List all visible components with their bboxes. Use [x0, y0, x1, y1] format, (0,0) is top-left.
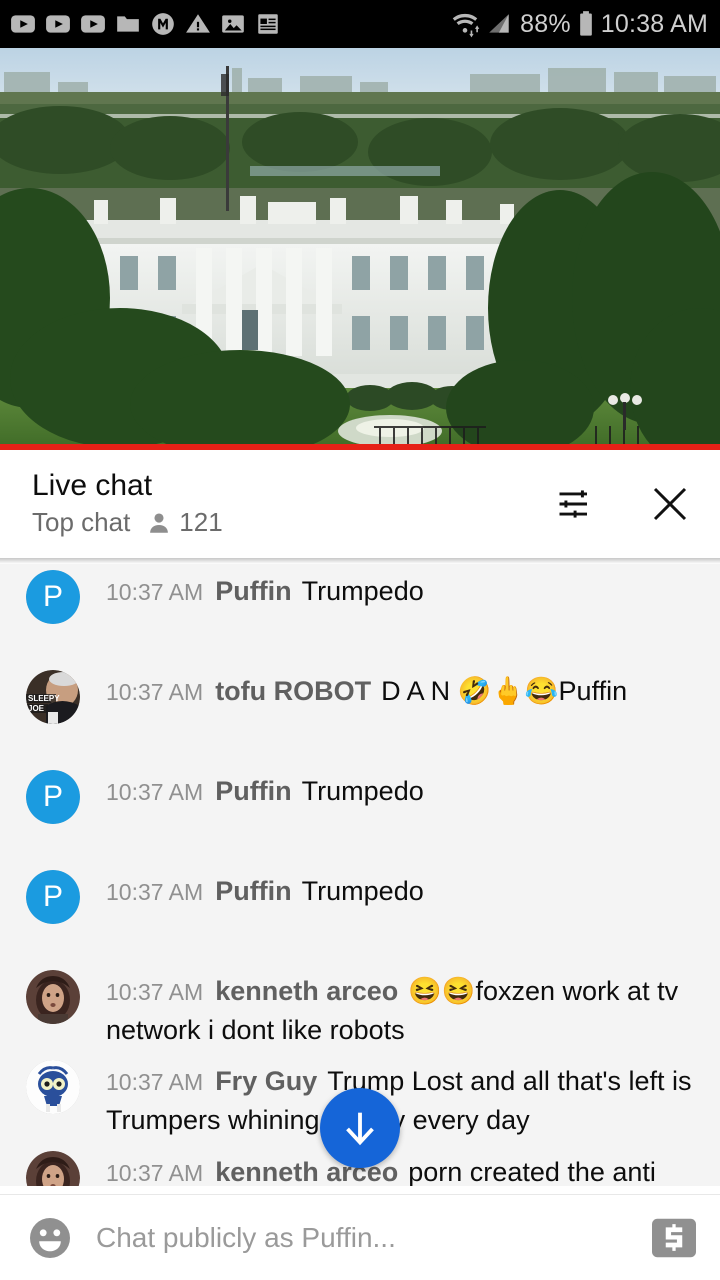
- avatar[interactable]: [26, 970, 80, 1024]
- chat-message-body: 10:37 AM Puffin Trumpedo: [106, 870, 706, 911]
- wifi-transfer-icon: [452, 13, 480, 38]
- video-player[interactable]: [0, 48, 720, 450]
- chat-message-body: 10:37 AM kenneth arceo porn created the an…: [106, 1151, 706, 1186]
- message-text: Trumpedo: [301, 776, 424, 806]
- chat-message-input[interactable]: [96, 1221, 628, 1254]
- status-bar-notification-icons: [10, 11, 281, 37]
- message-author[interactable]: kenneth arceo: [215, 976, 398, 1006]
- chat-message-row[interactable]: P 10:37 AM Puffin Trumpedo: [0, 870, 720, 924]
- message-timestamp: 10:37 AM: [106, 679, 204, 705]
- arrow-down-icon: [346, 1112, 374, 1146]
- avatar-photo-woman: [26, 1150, 80, 1186]
- chat-settings-button[interactable]: [554, 482, 598, 526]
- avatar-photo-sleepy-joe: SLEEPY JOE: [26, 670, 80, 724]
- message-author[interactable]: tofu ROBOT: [215, 676, 371, 706]
- viewer-count-label: 121: [179, 507, 223, 538]
- chat-header-actions: [554, 480, 694, 528]
- battery-percent-label: 88%: [520, 9, 571, 38]
- viewer-count-group: 121: [146, 507, 223, 538]
- avatar[interactable]: P: [26, 570, 80, 624]
- message-timestamp: 10:37 AM: [106, 1159, 204, 1186]
- chat-message-body: 10:37 AM Fry Guy Trump Lost and all that's…: [106, 1060, 706, 1140]
- folder-icon: [117, 16, 139, 32]
- avatar[interactable]: SLEEPY JOE: [26, 670, 80, 724]
- chat-mode-label[interactable]: Top chat: [32, 507, 130, 538]
- chat-message-row[interactable]: SLEEPY JOE 10:37 AM tofu ROBOT D A N 🤣🖕😂Pu…: [0, 670, 720, 724]
- phone-screen: 88% 10:38 AM Live chat Top chat 121 P 10…: [0, 0, 720, 1280]
- super-chat-button[interactable]: [650, 1216, 698, 1260]
- message-timestamp: 10:37 AM: [106, 1069, 204, 1096]
- person-icon: [150, 513, 169, 533]
- m-circle-icon: [152, 13, 174, 35]
- chat-message-body: 10:37 AM kenneth arceo 😆😆foxzen work at tv…: [106, 970, 706, 1050]
- close-x-icon: [653, 487, 687, 521]
- scroll-to-bottom-button[interactable]: [320, 1088, 400, 1168]
- chat-message-row[interactable]: P 10:37 AM Puffin Trumpedo: [0, 570, 720, 624]
- live-chat-title: Live chat: [32, 468, 153, 502]
- chat-input-bar: [0, 1194, 720, 1280]
- message-author[interactable]: Puffin: [215, 876, 291, 906]
- cell-signal-icon: [489, 14, 509, 33]
- emoji-picker-button[interactable]: [26, 1214, 74, 1262]
- avatar-photo-blue-character: [26, 1060, 80, 1115]
- avatar-photo-woman: [26, 970, 80, 1024]
- avatar[interactable]: P: [26, 870, 80, 924]
- live-chat-header: Live chat Top chat 121: [0, 450, 720, 558]
- chat-header-subrow: Top chat 121: [32, 507, 223, 538]
- image-icon: [222, 15, 244, 33]
- status-bar: 88% 10:38 AM: [0, 0, 720, 48]
- message-timestamp: 10:37 AM: [106, 779, 204, 805]
- avatar-letter: P: [26, 570, 80, 624]
- battery-icon: [579, 11, 592, 36]
- avatar-letter: P: [26, 870, 80, 924]
- message-timestamp: 10:37 AM: [106, 879, 204, 905]
- avatar[interactable]: [26, 1150, 80, 1186]
- message-text: Trumpedo: [301, 876, 424, 906]
- status-bar-system-icons: 88% 10:38 AM: [450, 10, 708, 39]
- dollar-superchat-icon: [652, 1218, 696, 1257]
- chat-message-row[interactable]: P 10:37 AM Puffin Trumpedo: [0, 770, 720, 824]
- svg-text:SLEEPY: SLEEPY: [28, 694, 60, 703]
- white-house-video-frame: [0, 48, 720, 450]
- message-text: D A N 🤣🖕😂Puffin: [381, 676, 628, 706]
- chat-message-body: 10:37 AM tofu ROBOT D A N 🤣🖕😂Puffin: [106, 670, 706, 711]
- svg-text:JOE: JOE: [28, 704, 45, 713]
- youtube-play-icon: [81, 15, 105, 33]
- message-timestamp: 10:37 AM: [106, 579, 204, 605]
- chat-message-body: 10:37 AM Puffin Trumpedo: [106, 770, 706, 811]
- avatar[interactable]: P: [26, 770, 80, 824]
- chat-header-titles: Live chat Top chat 121: [32, 470, 223, 539]
- warning-triangle-icon: [186, 14, 210, 33]
- avatar-letter: P: [26, 770, 80, 824]
- message-author[interactable]: Puffin: [215, 576, 291, 606]
- message-text: Trumpedo: [301, 576, 424, 606]
- notepad-icon: [258, 14, 278, 34]
- message-timestamp: 10:37 AM: [106, 979, 204, 1005]
- message-author[interactable]: Puffin: [215, 776, 291, 806]
- youtube-play-icon: [11, 15, 35, 33]
- clock-label: 10:38 AM: [600, 9, 708, 38]
- chat-message-row[interactable]: 10:37 AM kenneth arceo 😆😆foxzen work at tv…: [0, 970, 720, 1050]
- message-author[interactable]: Fry Guy: [215, 1066, 317, 1096]
- close-chat-button[interactable]: [646, 480, 694, 528]
- chat-message-body: 10:37 AM Puffin Trumpedo: [106, 570, 706, 611]
- tune-sliders-icon: [559, 490, 587, 518]
- youtube-play-icon: [46, 15, 70, 33]
- emoji-smiley-icon: [30, 1217, 70, 1258]
- avatar[interactable]: [26, 1060, 80, 1115]
